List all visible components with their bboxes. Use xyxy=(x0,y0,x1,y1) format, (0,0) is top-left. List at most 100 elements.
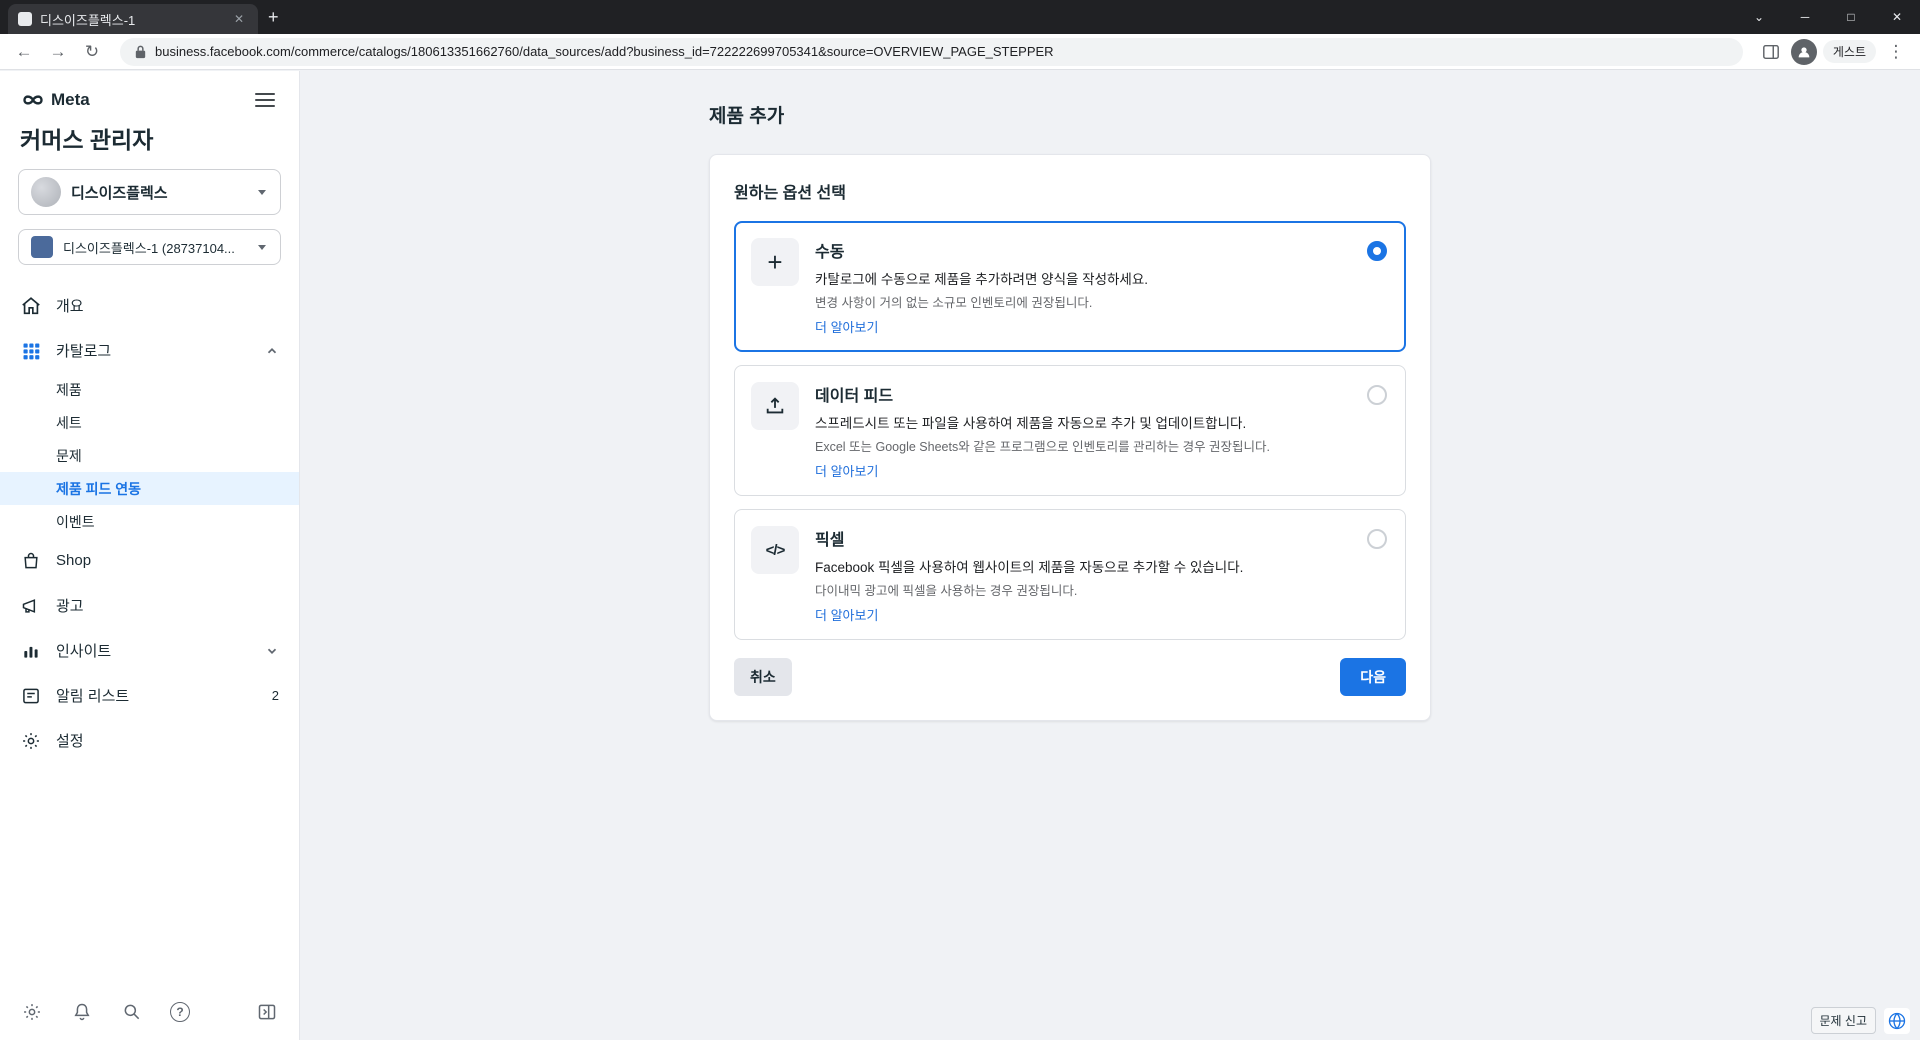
chevron-down-icon xyxy=(267,648,277,654)
option-description: 스프레드시트 또는 파일을 사용하여 제품을 자동으로 추가 및 업데이트합니다… xyxy=(815,416,1247,431)
reload-button[interactable]: ↻ xyxy=(78,38,106,66)
bell-icon[interactable] xyxy=(70,1000,94,1024)
page-bottom-right: 문제 신고 xyxy=(1810,1007,1910,1034)
sidebar-item-sets[interactable]: 세트 xyxy=(0,406,299,439)
hamburger-menu-icon[interactable] xyxy=(251,89,279,111)
notifications-list-icon xyxy=(20,685,42,707)
notification-badge: 2 xyxy=(271,688,279,703)
megaphone-icon xyxy=(20,595,42,617)
option-recommendation: 변경 사항이 거의 없는 소규모 인벤토리에 권장됩니다. xyxy=(815,296,1093,310)
catalog-thumbnail xyxy=(31,236,53,258)
meta-brand-text: Meta xyxy=(51,90,90,109)
option-pixel[interactable]: </> 픽셀 Facebook 픽셀을 사용하여 웹사이트의 제품을 자동으로 … xyxy=(734,509,1406,640)
option-manual[interactable]: + 수동 카탈로그에 수동으로 제품을 추가하려면 양식을 작성하세요. 변경 … xyxy=(734,221,1406,352)
collapse-panel-icon[interactable] xyxy=(255,1000,279,1024)
card-title: 원하는 옵션 선택 xyxy=(734,185,846,202)
sidebar-item-label: 설정 xyxy=(56,733,84,750)
chevron-down-icon xyxy=(258,190,266,195)
sidebar-item-data-sources[interactable]: 제품 피드 연동 xyxy=(0,472,299,505)
side-panel-icon[interactable] xyxy=(1757,38,1785,66)
tab-close-icon[interactable]: ✕ xyxy=(230,10,248,28)
shopping-bag-icon xyxy=(20,550,42,572)
sidebar-item-issues[interactable]: 문제 xyxy=(0,439,299,472)
maximize-button[interactable]: □ xyxy=(1828,0,1874,34)
search-icon[interactable] xyxy=(120,1000,144,1024)
tab-favicon xyxy=(18,12,32,26)
sidebar-item-insights[interactable]: 인사이트 xyxy=(0,628,299,673)
option-recommendation: Excel 또는 Google Sheets와 같은 프로그램으로 인벤토리를 … xyxy=(815,440,1271,454)
sidebar: Meta 커머스 관리자 디스이즈플렉스 디스이즈플렉스-1 (28737104… xyxy=(0,71,300,1040)
gear-icon xyxy=(20,730,42,752)
business-name: 디스이즈플렉스 xyxy=(71,184,168,202)
back-button[interactable]: ← xyxy=(10,38,38,66)
cancel-button[interactable]: 취소 xyxy=(734,658,792,696)
grid-icon xyxy=(20,340,42,362)
sidebar-item-label: 알림 리스트 xyxy=(56,688,130,705)
options-card: 원하는 옵션 선택 + 수동 카탈로그에 수동으로 제품을 추가하려면 양식을 … xyxy=(709,154,1431,721)
sidebar-item-products[interactable]: 제품 xyxy=(0,373,299,406)
code-glyph: </> xyxy=(765,541,786,559)
address-bar[interactable]: business.facebook.com/commerce/catalogs/… xyxy=(120,37,1743,66)
sidebar-item-notifications[interactable]: 알림 리스트 2 xyxy=(0,673,299,718)
help-icon[interactable]: ? xyxy=(170,1002,190,1022)
person-icon xyxy=(1798,46,1810,57)
option-description: Facebook 픽셀을 사용하여 웹사이트의 제품을 자동으로 추가할 수 있… xyxy=(815,560,1244,575)
radio-data-feed[interactable] xyxy=(1367,385,1387,405)
learn-more-link[interactable]: 더 알아보기 xyxy=(815,608,878,623)
catalog-selector[interactable]: 디스이즈플렉스-1 (28737104... xyxy=(18,229,281,265)
minimize-button[interactable]: ─ xyxy=(1782,0,1828,34)
window-controls: ⌄ ─ □ ✕ xyxy=(1736,0,1920,34)
profile-chip[interactable]: 게스트 xyxy=(1790,38,1876,65)
lock-icon xyxy=(135,45,146,59)
forward-button[interactable]: → xyxy=(44,38,72,66)
meta-infinity-icon xyxy=(23,95,43,105)
avatar xyxy=(1790,38,1817,65)
close-window-button[interactable]: ✕ xyxy=(1874,0,1920,34)
bar-chart-icon xyxy=(20,640,42,662)
sidebar-item-label: 카탈로그 xyxy=(56,343,112,360)
sidebar-item-shop[interactable]: Shop xyxy=(0,538,299,583)
meta-logo: Meta xyxy=(20,90,90,110)
url-text: business.facebook.com/commerce/catalogs/… xyxy=(155,44,1054,59)
sidebar-item-settings[interactable]: 설정 xyxy=(0,718,299,763)
sidebar-header: Meta 커머스 관리자 xyxy=(0,71,299,155)
globe-icon[interactable] xyxy=(1884,1007,1910,1034)
profile-label: 게스트 xyxy=(1822,40,1876,63)
sidebar-item-events[interactable]: 이벤트 xyxy=(0,505,299,538)
main-content: 제품 추가 원하는 옵션 선택 + 수동 카탈로그에 수동으로 제품을 추가하려… xyxy=(301,71,1920,1040)
app-title: 커머스 관리자 xyxy=(20,127,154,153)
option-recommendation: 다이내믹 광고에 픽셀을 사용하는 경우 권장됩니다. xyxy=(815,584,1078,598)
option-title: 데이터 피드 xyxy=(815,388,894,405)
option-title: 수동 xyxy=(815,244,845,261)
browser-tab[interactable]: 디스이즈플렉스-1 ✕ xyxy=(8,4,258,34)
tab-title: 디스이즈플렉스-1 xyxy=(40,12,136,28)
sidebar-item-label: 광고 xyxy=(56,598,84,615)
business-avatar xyxy=(31,177,61,207)
browser-tabstrip: 디스이즈플렉스-1 ✕ + ⌄ ─ □ ✕ xyxy=(0,0,1920,34)
option-title: 픽셀 xyxy=(815,532,845,549)
sidebar-item-overview[interactable]: 개요 xyxy=(0,283,299,328)
report-problem-button[interactable]: 문제 신고 xyxy=(1810,1007,1876,1034)
sidebar-nav: 개요 카탈로그 제품 세트 문제 제품 피드 연동 이벤트 Shop 광고 인사… xyxy=(0,283,299,763)
learn-more-link[interactable]: 더 알아보기 xyxy=(815,320,878,335)
business-selector[interactable]: 디스이즈플렉스 xyxy=(18,169,281,215)
page-title: 제품 추가 xyxy=(709,106,785,127)
next-button[interactable]: 다음 xyxy=(1340,658,1406,696)
radio-pixel[interactable] xyxy=(1367,529,1387,549)
sidebar-item-label: 인사이트 xyxy=(56,643,112,660)
radio-manual[interactable] xyxy=(1367,241,1387,261)
learn-more-link[interactable]: 더 알아보기 xyxy=(815,464,878,479)
upload-icon xyxy=(751,382,799,430)
browser-menu-icon[interactable]: ⋮ xyxy=(1882,38,1910,66)
sidebar-item-ads[interactable]: 광고 xyxy=(0,583,299,628)
home-icon xyxy=(20,295,42,317)
chevron-down-icon xyxy=(258,245,266,250)
new-tab-button[interactable]: + xyxy=(258,5,289,30)
sidebar-item-label: 개요 xyxy=(56,298,84,315)
option-data-feed[interactable]: 데이터 피드 스프레드시트 또는 파일을 사용하여 제품을 자동으로 추가 및 … xyxy=(734,365,1406,496)
chevron-up-icon xyxy=(267,347,277,353)
tab-search-icon[interactable]: ⌄ xyxy=(1736,0,1782,34)
sidebar-item-catalog[interactable]: 카탈로그 xyxy=(0,328,299,373)
sidebar-item-label: Shop xyxy=(56,552,92,569)
settings-gear-icon[interactable] xyxy=(20,1000,44,1024)
